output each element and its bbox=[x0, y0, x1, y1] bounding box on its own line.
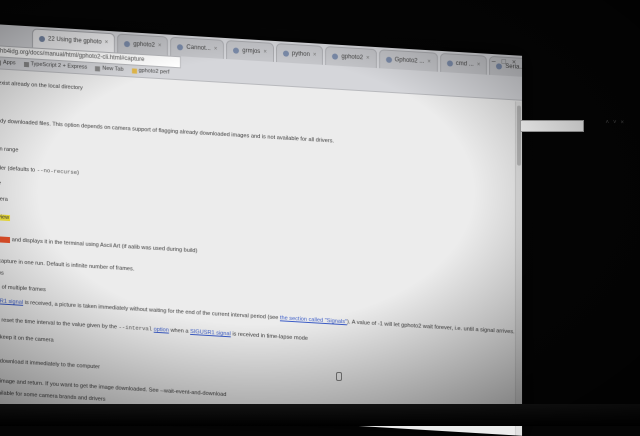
tab-close-icon[interactable]: × bbox=[477, 56, 481, 74]
doc-link[interactable]: USR1 signal bbox=[0, 298, 23, 306]
favicon-icon bbox=[282, 50, 289, 57]
maximize-button[interactable]: □ bbox=[502, 59, 506, 66]
doc-line: review and displays it in the terminal u… bbox=[0, 236, 197, 254]
bookmark-new-tab[interactable]: New Tab bbox=[95, 63, 124, 75]
favicon-icon bbox=[39, 35, 45, 43]
bookmark-label: TypeScript 2 + Express bbox=[30, 61, 88, 71]
favicon-icon bbox=[177, 44, 184, 51]
doc-text: ). A value of -1 will let gphoto2 wait f… bbox=[347, 319, 522, 337]
find-in-page-input[interactable] bbox=[520, 120, 584, 132]
tab-label: cmd ... bbox=[455, 60, 474, 68]
tab-label: gphoto2 bbox=[341, 53, 364, 62]
scrollbar[interactable] bbox=[515, 101, 522, 436]
tab-close-icon[interactable]: × bbox=[427, 53, 431, 71]
doc-text: is received, a picture is taken immediat… bbox=[23, 299, 280, 322]
doc-text: ore of multiple frames bbox=[0, 284, 46, 294]
apps-icon bbox=[0, 59, 1, 66]
find-previous-button[interactable]: ˄ bbox=[605, 120, 609, 126]
page-content: ry exist already on the local directory r… bbox=[0, 70, 522, 436]
tab-close-icon[interactable]: × bbox=[313, 46, 317, 64]
mouse-cursor-icon bbox=[336, 372, 342, 381]
doc-text: ) bbox=[77, 170, 79, 177]
doc-text: available for some camera brands and dri… bbox=[0, 390, 106, 403]
tab-label: Cannot... bbox=[186, 44, 211, 53]
doc-line: nd download it immediately to the comput… bbox=[0, 358, 100, 370]
doc-text: will reset the time interval to the valu… bbox=[0, 317, 119, 331]
doc-line: rows bbox=[0, 270, 4, 277]
doc-text: folder (defaults to bbox=[0, 165, 36, 174]
doc-line: available for some camera brands and dri… bbox=[0, 390, 105, 403]
tab-close-icon[interactable]: × bbox=[214, 40, 218, 58]
favicon-icon bbox=[124, 40, 131, 48]
favicon-icon bbox=[446, 60, 453, 67]
find-close-button[interactable]: × bbox=[620, 120, 624, 126]
doc-text: rows bbox=[0, 270, 4, 277]
doc-text: ready downloaded files. This option depe… bbox=[0, 118, 334, 145]
bookmark-label: Apps bbox=[3, 59, 16, 67]
doc-text: ove bbox=[0, 180, 1, 187]
doc-link[interactable]: SIGUSR1 signal bbox=[190, 329, 231, 337]
doc-line: review bbox=[0, 214, 11, 222]
bookmark-label: New Tab bbox=[102, 65, 124, 73]
tab-close-icon[interactable]: × bbox=[263, 43, 267, 61]
close-window-button[interactable]: × bbox=[512, 59, 516, 66]
doc-line: folder (defaults to --no-recurse) bbox=[0, 164, 79, 176]
doc-text: review bbox=[0, 236, 11, 244]
doc-text: review bbox=[0, 214, 11, 222]
bookmark-apps[interactable]: Apps bbox=[0, 57, 16, 68]
code-text: --no-recurse bbox=[36, 166, 78, 177]
tab-label: gphoto2 bbox=[133, 41, 155, 49]
tab-close-icon[interactable]: × bbox=[366, 49, 370, 67]
minimize-button[interactable]: – bbox=[492, 58, 496, 65]
doc-link[interactable]: option bbox=[154, 327, 169, 334]
favicon-icon bbox=[332, 53, 339, 60]
favicon-icon bbox=[233, 47, 240, 54]
doc-line: amera bbox=[0, 196, 8, 203]
page-icon bbox=[95, 65, 101, 71]
page-icon bbox=[23, 61, 29, 67]
bookmark-gphoto2-perf[interactable]: gphoto2 perf bbox=[131, 65, 170, 77]
doc-line: ove bbox=[0, 180, 1, 187]
doc-link[interactable]: the section called "Signals" bbox=[280, 315, 347, 325]
find-controls: ˄ ˅ × bbox=[605, 120, 624, 126]
doc-text: when a bbox=[168, 327, 191, 335]
monitor-bezel bbox=[0, 404, 640, 426]
doc-text: nd download it immediately to the comput… bbox=[0, 358, 100, 371]
tab-label: Gphoto2 ... bbox=[394, 57, 425, 65]
find-next-button[interactable]: ˅ bbox=[613, 120, 617, 126]
doc-text: ry exist already on the local directory bbox=[0, 80, 83, 92]
doc-line: ready downloaded files. This option depe… bbox=[0, 118, 334, 145]
tab-label: python bbox=[291, 50, 310, 59]
tab-label: grmjos bbox=[242, 48, 261, 56]
doc-line: m in range bbox=[0, 146, 18, 154]
doc-text: amera bbox=[0, 196, 8, 203]
doc-line: ore of multiple frames bbox=[0, 284, 46, 293]
favicon-icon bbox=[385, 56, 392, 63]
code-text: --interval bbox=[118, 323, 153, 333]
doc-line: ry exist already on the local directory bbox=[0, 80, 83, 91]
folder-icon bbox=[131, 67, 137, 74]
bookmark-label: gphoto2 perf bbox=[138, 67, 170, 76]
doc-text: nd keep it on the camera bbox=[0, 334, 54, 344]
doc-text: to capture in one run. Default is infini… bbox=[0, 258, 135, 273]
scrollbar-thumb[interactable] bbox=[517, 105, 521, 166]
doc-text: and displays it in the terminal using As… bbox=[10, 237, 198, 255]
tab-close-icon[interactable]: × bbox=[105, 34, 109, 52]
doc-text: m in range bbox=[0, 146, 19, 154]
doc-line: to capture in one run. Default is infini… bbox=[0, 258, 134, 273]
browser-screen: 22 Using the gphoto × gphoto2 × Cannot... × gr… bbox=[0, 24, 522, 436]
doc-text: is received in time-lapse mode bbox=[230, 331, 308, 342]
doc-line: nd keep it on the camera bbox=[0, 334, 54, 344]
window-controls: – □ × bbox=[492, 58, 516, 66]
tab-close-icon[interactable]: × bbox=[158, 37, 162, 55]
